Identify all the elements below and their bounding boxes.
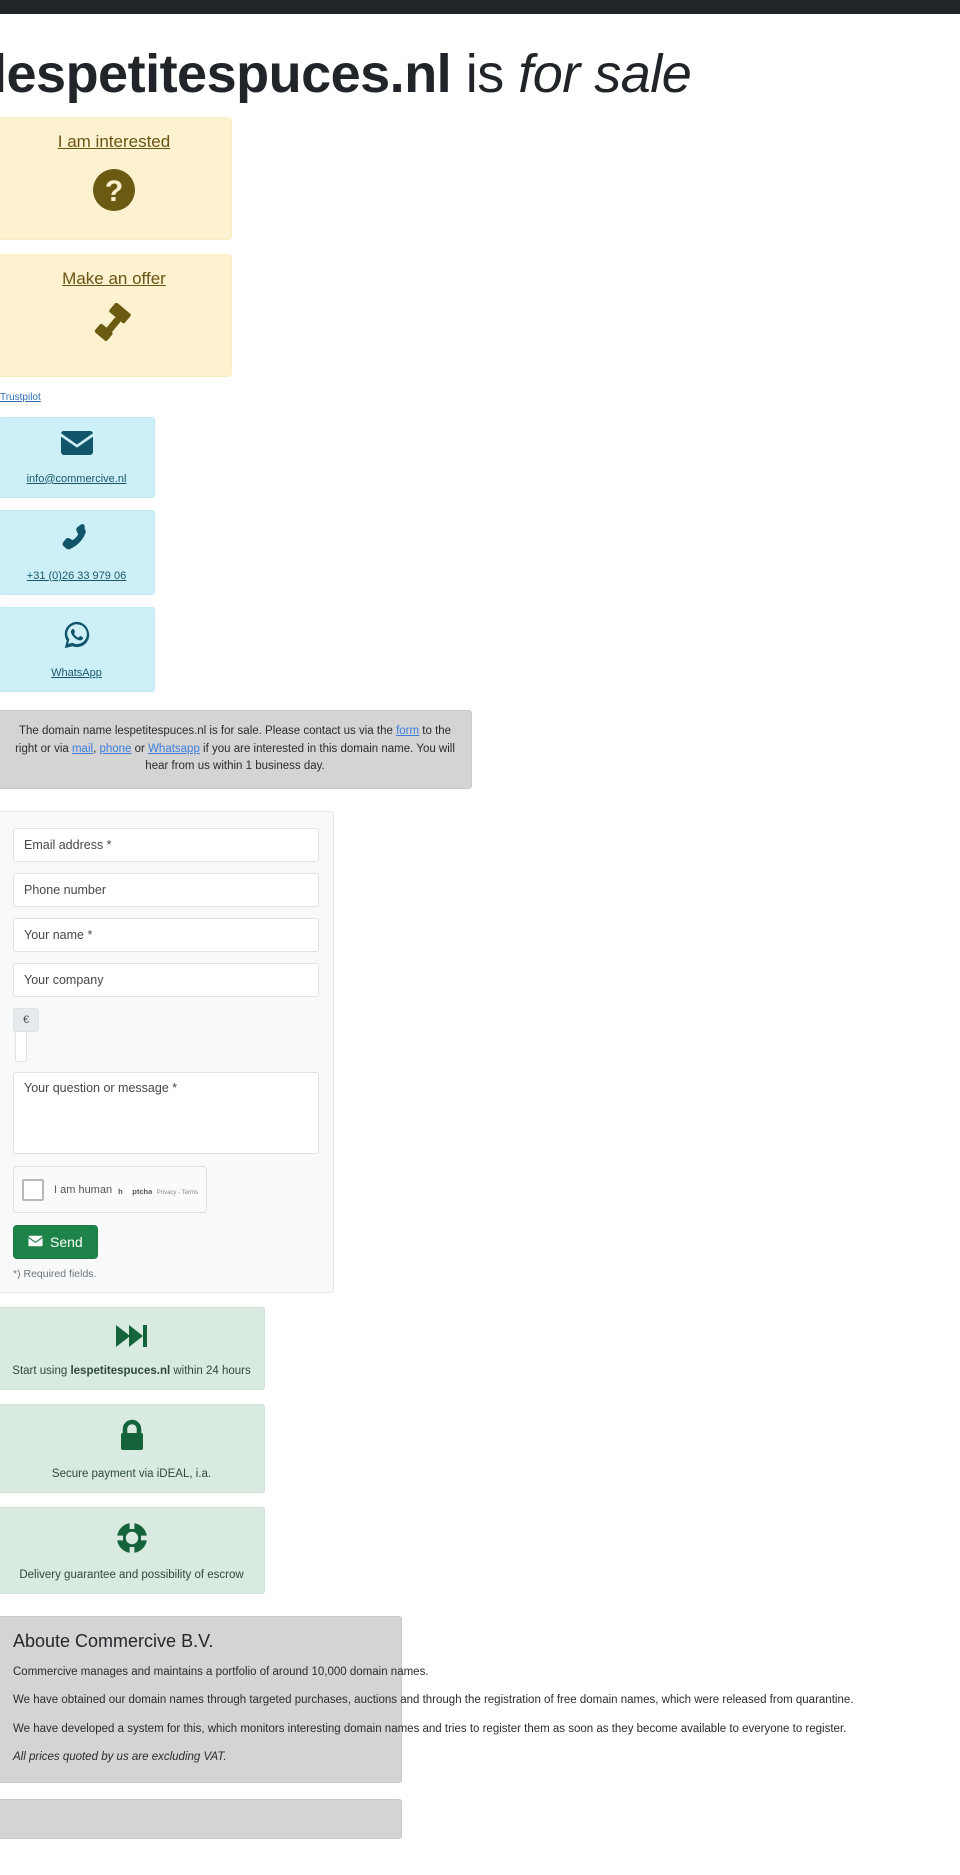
contact-card-whatsapp[interactable]: WhatsApp: [0, 606, 155, 692]
hcaptcha-terms[interactable]: Privacy - Terms: [157, 1190, 198, 1196]
feature-text: Delivery guarantee and possibility of es…: [9, 1569, 254, 1581]
contact-email-link[interactable]: info@commercive.nl: [27, 473, 127, 485]
svg-text:?: ?: [105, 175, 123, 208]
phone-icon: [5, 523, 148, 558]
question-circle-icon: ?: [7, 166, 221, 219]
feature-text: Secure payment via iDEAL, i.a.: [9, 1468, 254, 1480]
required-fields-note: *) Required fields.: [13, 1268, 97, 1281]
about-paragraph-1: Commercive manages and maintains a portf…: [13, 1666, 429, 1679]
about-panel: Aboute Commercive B.V. Commercive manage…: [0, 1616, 854, 1784]
company-field[interactable]: [13, 963, 319, 998]
cta-interested-link[interactable]: I am interested: [58, 132, 170, 152]
price-input-group: €: [13, 1008, 319, 1063]
trustpilot-link[interactable]: Trustpilot: [0, 392, 41, 403]
envelope-icon: [28, 1234, 43, 1250]
hcaptcha-label: I am human: [54, 1183, 113, 1196]
email-field[interactable]: [13, 828, 319, 863]
phone-field[interactable]: [13, 873, 319, 908]
price-field[interactable]: [15, 1030, 27, 1063]
hcaptcha-brand: hCaptcha Privacy - Terms: [118, 1181, 198, 1199]
page-title: lespetitespuces.nl is for sale: [0, 46, 960, 103]
about-paragraph-2: We have obtained our domain names throug…: [13, 1694, 854, 1707]
page-title-domain: lespetitespuces.nl: [0, 44, 452, 104]
send-button[interactable]: Send: [13, 1225, 98, 1260]
domain-info-block: The domain name lespetitespuces.nl is fo…: [0, 709, 472, 790]
euro-symbol-icon: €: [13, 1008, 39, 1033]
info-form-link[interactable]: form: [396, 725, 419, 737]
feature-text-strong: lespetitespuces.nl: [70, 1365, 171, 1378]
top-bar: [0, 0, 960, 14]
page-title-forsale: for sale: [518, 44, 692, 104]
send-button-label: Send: [50, 1234, 83, 1251]
contact-form: € I am human hCaptcha Privacy - Terms Se…: [0, 811, 334, 1294]
life-ring-icon: [9, 1522, 254, 1559]
about-paragraph-vat: All prices quoted by us are excluding VA…: [13, 1750, 227, 1763]
whatsapp-icon: [5, 620, 148, 655]
feature-card-secure-payment: Secure payment via iDEAL, i.a.: [0, 1404, 265, 1494]
gavel-icon: [7, 302, 221, 356]
feature-card-fast-start: Start using lespetitespuces.nl within 24…: [0, 1307, 265, 1391]
contact-card-phone[interactable]: +31 (0)26 33 979 06: [0, 509, 155, 595]
hcaptcha-checkbox[interactable]: [22, 1178, 44, 1201]
name-field[interactable]: [13, 918, 319, 953]
fast-forward-icon: [9, 1322, 254, 1355]
cta-card-make-offer[interactable]: Make an offer: [0, 253, 232, 377]
lock-icon: [9, 1419, 254, 1458]
about-title: Aboute Commercive B.V.: [13, 1631, 214, 1652]
message-field[interactable]: [13, 1072, 319, 1155]
info-phone-link[interactable]: phone: [99, 743, 131, 755]
feature-card-delivery-guarantee: Delivery guarantee and possibility of es…: [0, 1507, 265, 1595]
envelope-icon: [5, 430, 148, 461]
feature-text-prefix: Delivery guarantee and possibility of es…: [19, 1569, 244, 1582]
feature-text-prefix: Secure payment via iDEAL, i.a.: [51, 1468, 212, 1481]
info-whatsapp-link[interactable]: Whatsapp: [148, 743, 200, 755]
info-mail-link[interactable]: mail: [72, 743, 93, 755]
page-title-is: is: [451, 44, 519, 104]
about-paragraph-3: We have developed a system for this, whi…: [13, 1722, 847, 1735]
contact-phone-link[interactable]: +31 (0)26 33 979 06: [27, 570, 126, 582]
info-text-part1: The domain name lespetitespuces.nl is fo…: [18, 724, 397, 737]
trustpilot-row: Trustpilot: [0, 387, 960, 405]
contact-card-email[interactable]: info@commercive.nl: [0, 416, 155, 498]
contact-whatsapp-link[interactable]: WhatsApp: [51, 667, 102, 679]
feature-text-prefix: Start using: [12, 1365, 71, 1378]
hcaptcha-widget[interactable]: I am human hCaptcha Privacy - Terms: [13, 1166, 207, 1214]
info-text-part4: or: [131, 742, 149, 755]
cta-card-interested[interactable]: I am interested ?: [0, 116, 232, 240]
feature-text: Start using lespetitespuces.nl within 24…: [9, 1365, 254, 1377]
cta-make-offer-link[interactable]: Make an offer: [62, 269, 166, 289]
feature-text-suffix: within 24 hours: [170, 1365, 251, 1378]
bottom-panel: [0, 1799, 402, 1840]
